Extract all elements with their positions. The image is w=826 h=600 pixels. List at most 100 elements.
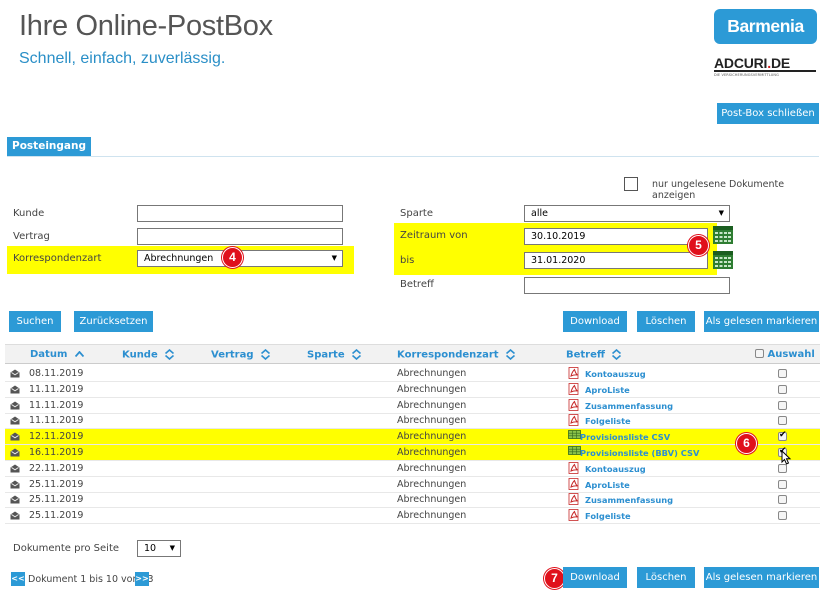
betreff-input[interactable] (524, 277, 730, 294)
adcuri-logo-tagline: DIE VERSICHERUNGSVERMITTLUNG (714, 73, 779, 77)
row-select-checkbox[interactable] (778, 384, 787, 394)
adcuri-logo-underline (714, 70, 816, 72)
row-betreff-link[interactable]: Zusammenfassung (585, 495, 673, 505)
per-page-select[interactable]: 10 ▼ (137, 540, 181, 557)
tab-posteingang[interactable]: Posteingang (7, 137, 91, 156)
sparte-select[interactable]: alle ▼ (524, 205, 730, 222)
column-header-sparte[interactable]: Sparte (307, 349, 362, 361)
column-header-vertrag[interactable]: Vertrag (211, 349, 271, 361)
close-postbox-button[interactable]: Post-Box schließen (717, 103, 819, 124)
calendar-icon[interactable] (713, 251, 733, 269)
select-all-checkbox[interactable] (755, 349, 764, 358)
table-row[interactable]: 25.11.2019 Abrechnungen Zusammenfassung (5, 492, 820, 509)
step-badge-6: 6 (736, 433, 757, 454)
zeitraum-von-label: Zeitraum von (400, 230, 468, 241)
download-button-bottom[interactable]: Download (563, 567, 627, 588)
download-button[interactable]: Download (563, 311, 627, 332)
row-betreff-link[interactable]: Kontoauszug (585, 464, 646, 474)
table-row[interactable]: 25.11.2019 Abrechnungen Folgeliste (5, 508, 820, 525)
row-betreff-link[interactable]: AproListe (585, 385, 630, 395)
reset-button[interactable]: Zurücksetzen (74, 311, 153, 332)
sparte-label: Sparte (400, 208, 434, 219)
column-header-auswahl[interactable]: Auswahl (755, 349, 815, 360)
pdf-file-icon (568, 382, 580, 398)
row-korrespondenzart: Abrechnungen (397, 368, 467, 379)
mark-read-button-bottom[interactable]: Als gelesen markieren (704, 567, 819, 588)
row-korrespondenzart: Abrechnungen (397, 415, 467, 427)
row-betreff-link[interactable]: Zusammenfassung (585, 401, 673, 411)
row-betreff-link[interactable]: AproListe (585, 480, 630, 490)
row-select-checkbox[interactable] (778, 430, 787, 442)
next-page-button[interactable]: >> (135, 572, 149, 586)
korrespondenzart-label: Korrespondenzart (13, 253, 102, 264)
row-datum: 25.11.2019 (29, 494, 84, 506)
envelope-open-icon (10, 511, 20, 520)
sort-asc-icon (74, 351, 84, 357)
delete-button-bottom[interactable]: Löschen (637, 567, 695, 588)
table-row[interactable]: 22.11.2019 Abrechnungen Kontoauszug (5, 461, 820, 477)
row-betreff-link[interactable]: Provisionsliste CSV (580, 432, 670, 442)
sort-icon (506, 349, 516, 360)
bis-label: bis (400, 255, 415, 266)
envelope-open-icon (10, 401, 20, 410)
table-row[interactable]: 08.11.2019 Abrechnungen Kontoauszug (5, 366, 820, 382)
table-row[interactable]: 25.11.2019 Abrechnungen AproListe (5, 477, 820, 493)
row-korrespondenzart: Abrechnungen (397, 478, 467, 490)
row-select-checkbox[interactable] (778, 511, 787, 521)
row-korrespondenzart: Abrechnungen (397, 383, 467, 395)
row-korrespondenzart: Abrechnungen (397, 431, 467, 443)
row-datum: 22.11.2019 (29, 462, 84, 474)
row-korrespondenzart: Abrechnungen (397, 447, 467, 458)
row-select-checkbox[interactable] (778, 400, 787, 410)
column-header-korrespondenzart[interactable]: Korrespondenzart (397, 349, 516, 361)
row-datum: 11.11.2019 (29, 399, 84, 411)
row-betreff-link[interactable]: Folgeliste (585, 511, 631, 521)
unread-only-label: nur ungelesene Dokumente anzeigen (652, 179, 785, 201)
pdf-file-icon (568, 477, 580, 493)
row-betreff-link[interactable]: Provisionsliste (BBV) CSV (580, 448, 699, 458)
chevron-down-icon: ▼ (331, 254, 337, 262)
page-subtitle: Schnell, einfach, zuverlässig. (19, 50, 226, 67)
row-select-checkbox[interactable] (778, 479, 787, 489)
row-select-checkbox[interactable] (778, 495, 787, 505)
column-header-kunde[interactable]: Kunde (122, 349, 175, 361)
column-header-datum[interactable]: Datum (30, 349, 84, 360)
vertrag-input[interactable] (137, 228, 343, 245)
tab-divider (7, 156, 819, 157)
row-korrespondenzart: Abrechnungen (397, 462, 467, 474)
unread-only-checkbox[interactable] (624, 177, 638, 191)
table-row[interactable]: 11.11.2019 Abrechnungen Zusammenfassung (5, 398, 820, 414)
row-datum: 25.11.2019 (29, 510, 84, 522)
mark-read-button[interactable]: Als gelesen markieren (704, 311, 819, 332)
step-badge-5: 5 (688, 235, 709, 256)
kunde-label: Kunde (13, 208, 45, 219)
row-datum: 16.11.2019 (29, 447, 84, 458)
table-row[interactable]: 12.11.2019 Abrechnungen Provisionsliste CS… (5, 429, 820, 446)
kunde-input[interactable] (137, 205, 343, 222)
row-datum: 12.11.2019 (29, 431, 84, 443)
table-row[interactable]: 11.11.2019 Abrechnungen AproListe (5, 382, 820, 398)
envelope-open-icon (10, 416, 20, 425)
delete-button[interactable]: Löschen (637, 311, 695, 332)
search-button[interactable]: Suchen (9, 311, 61, 332)
table-row[interactable]: 16.11.2019 Abrechnungen Provisionsliste (B… (5, 445, 820, 461)
envelope-open-icon (10, 385, 20, 394)
envelope-open-icon (10, 369, 20, 378)
prev-page-button[interactable]: << (11, 572, 25, 586)
zeitraum-von-input[interactable]: 30.10.2019 (524, 228, 708, 245)
row-betreff-link[interactable]: Kontoauszug (585, 369, 646, 379)
column-header-betreff[interactable]: Betreff (566, 349, 622, 361)
envelope-open-icon (10, 495, 20, 504)
row-datum: 11.11.2019 (29, 415, 84, 427)
row-select-checkbox[interactable] (778, 416, 787, 426)
step-badge-4: 4 (222, 247, 243, 268)
row-korrespondenzart: Abrechnungen (397, 399, 467, 411)
bis-input[interactable]: 31.01.2020 (524, 252, 708, 269)
calendar-icon[interactable] (713, 226, 733, 244)
per-page-label: Dokumente pro Seite (13, 543, 120, 554)
table-row[interactable]: 11.11.2019 Abrechnungen Folgeliste (5, 413, 820, 430)
chevron-down-icon: ▼ (718, 209, 724, 217)
row-betreff-link[interactable]: Folgeliste (585, 416, 631, 426)
row-select-checkbox[interactable] (778, 369, 787, 378)
envelope-open-icon (10, 448, 20, 457)
